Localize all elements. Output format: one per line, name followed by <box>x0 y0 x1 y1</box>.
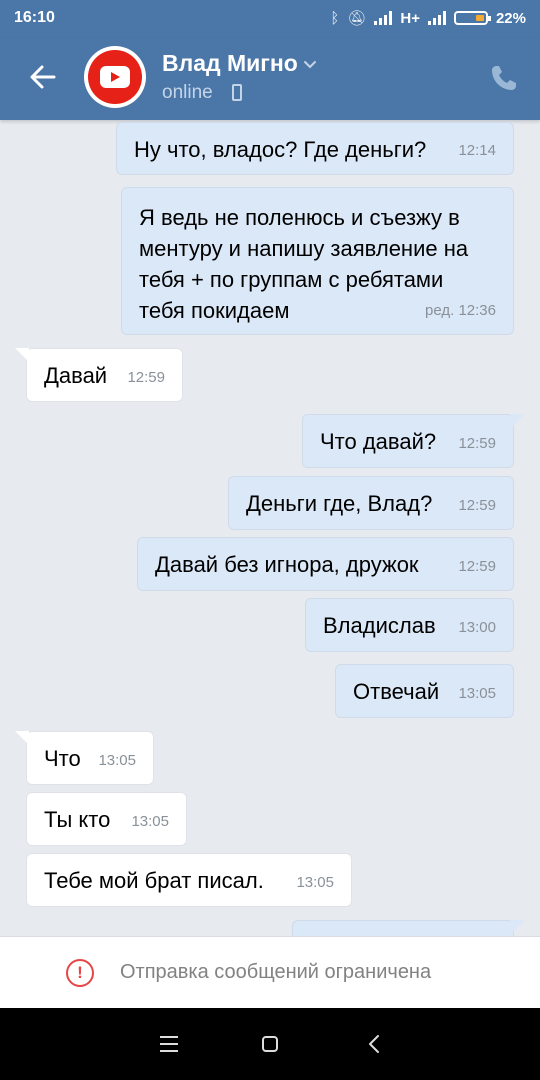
message-bubble-outgoing[interactable]: Ну что, владос? Где деньги? 12:14 <box>116 122 514 175</box>
message-time: 12:59 <box>127 369 165 386</box>
message-text: Ты кто <box>44 807 111 832</box>
status-bar: 16:10 ᛒ 🔕︎ H+ 22% <box>0 0 540 38</box>
message-time: 12:59 <box>458 558 496 575</box>
message-bubble-outgoing[interactable]: Владислав 13:00 <box>305 598 514 652</box>
menu-icon[interactable] <box>160 1036 178 1052</box>
signal-icon-2 <box>427 11 446 25</box>
call-icon[interactable] <box>488 62 520 94</box>
network-type: H+ <box>400 9 420 27</box>
online-status: online <box>162 82 213 103</box>
message-time: 13:05 <box>296 874 334 891</box>
message-time: 13:00 <box>458 619 496 636</box>
message-time: 12:59 <box>458 497 496 514</box>
chevron-down-icon[interactable] <box>302 56 318 72</box>
message-time: 13:05 <box>458 685 496 702</box>
message-bubble-outgoing[interactable]: Деньги где, Влад? 12:59 <box>228 476 514 530</box>
home-icon[interactable] <box>262 1036 278 1052</box>
mute-icon: 🔕︎ <box>347 10 367 27</box>
youtube-logo-icon <box>88 50 142 104</box>
message-text: Отвечай <box>353 679 440 704</box>
message-bubble-incoming[interactable]: Давай 12:59 <box>15 348 183 402</box>
message-text: Я ведь не поленюсь и съезжу в ментуру и … <box>139 205 469 323</box>
message-text: Давай без игнора, дружок <box>155 552 419 577</box>
warning-icon: ! <box>66 959 94 987</box>
restriction-text: Отправка сообщений ограничена <box>120 961 432 983</box>
message-text: Ну что, владос? Где деньги? <box>134 137 427 162</box>
chat-header: Влад Мигно online <box>0 38 540 120</box>
message-bubble-incoming[interactable]: Что 13:05 <box>15 731 154 785</box>
message-bubble-outgoing[interactable]: Что давай? 12:59 <box>302 414 525 468</box>
status-icons: ᛒ 🔕︎ H+ 22% <box>330 9 526 28</box>
message-text: Владислав <box>323 613 436 638</box>
message-time: 13:05 <box>98 752 136 769</box>
avatar[interactable] <box>84 46 146 108</box>
back-arrow-icon[interactable] <box>26 60 60 94</box>
status-time: 16:10 <box>14 9 55 26</box>
message-time: 12:14 <box>458 142 496 159</box>
message-time: ред. 12:36 <box>425 302 496 319</box>
message-bubble-outgoing[interactable]: Я ведь не поленюсь и съезжу в ментуру и … <box>121 187 514 335</box>
back-icon[interactable] <box>366 1034 384 1054</box>
message-time: 12:59 <box>458 435 496 452</box>
bluetooth-icon: ᛒ <box>330 9 340 27</box>
message-bubble-outgoing[interactable]: Давай без игнора, дружок 12:59 <box>137 537 514 591</box>
contact-name[interactable]: Влад Мигно <box>162 50 298 77</box>
message-bubble-incoming[interactable]: Тебе мой брат писал. 13:05 <box>26 853 352 907</box>
message-text: Давай <box>44 363 108 388</box>
message-text: Тебе мой брат писал. <box>44 868 264 893</box>
message-bubble-incoming[interactable]: Ты кто 13:05 <box>26 792 187 846</box>
message-text: Что давай? <box>320 429 437 454</box>
signal-icon <box>374 11 393 25</box>
message-text: Деньги где, Влад? <box>246 491 433 516</box>
message-bubble-outgoing[interactable]: Отвечай 13:05 <box>335 664 514 718</box>
message-text: Что <box>44 746 81 771</box>
message-time: 13:05 <box>131 813 169 830</box>
messaging-restricted-bar: ! Отправка сообщений ограничена <box>0 936 540 1009</box>
mobile-device-icon <box>232 84 242 101</box>
battery-icon <box>453 11 491 25</box>
navigation-bar <box>0 1008 540 1080</box>
battery-level: 22% <box>495 9 526 27</box>
